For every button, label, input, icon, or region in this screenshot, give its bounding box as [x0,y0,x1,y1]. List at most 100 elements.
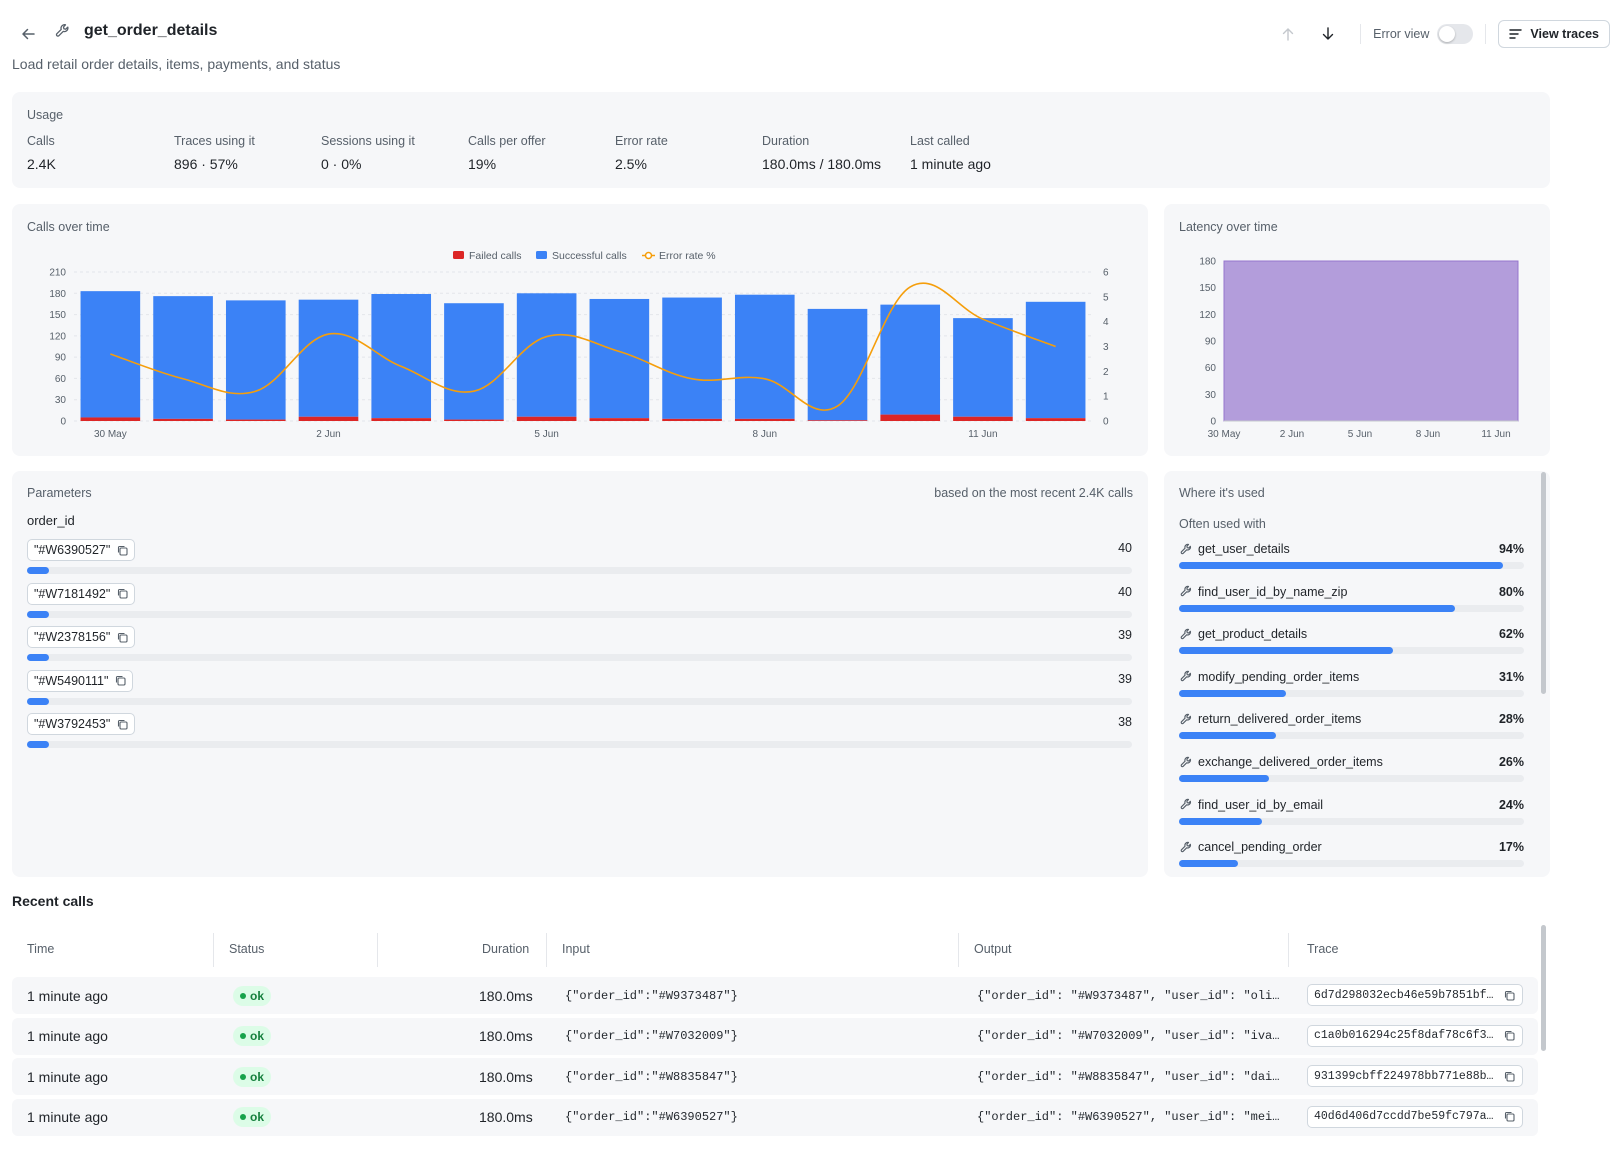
x-tick-label: 11 Jun [1481,429,1510,440]
error-view-toggle[interactable] [1437,24,1474,44]
bar-failed [516,416,577,421]
column-header-duration[interactable]: Duration [482,925,529,973]
bar-successful [153,296,213,419]
page-header: get_order_details Load retail order deta… [0,0,1622,72]
bar-successful [371,293,432,419]
copy-icon[interactable] [116,631,128,643]
bar-failed [953,416,1013,421]
copy-icon[interactable] [116,718,128,730]
status-dot [240,992,246,999]
usage-bar-track [1179,817,1524,825]
copy-icon[interactable] [1502,1029,1516,1043]
used-with-item[interactable]: cancel_pending_order 17% [1179,840,1524,877]
cell-status: ok [233,1018,272,1055]
copy-icon[interactable] [1502,1069,1516,1083]
column-header-status[interactable]: Status [229,925,264,973]
y-tick-label: 60 [55,374,67,385]
column-header-time[interactable]: Time [27,925,54,973]
metric-value: 2.5% [615,156,647,172]
parameter-count: 40 [1118,584,1132,599]
tool-name: get_user_details [1198,542,1290,556]
status-badge: ok [233,1066,272,1087]
column-divider [958,933,959,967]
y2-tick-label: 1 [1103,392,1109,403]
trace-id: 6d7d298032ecb46e59b7851bf… [1314,988,1494,1002]
bar-successful [953,318,1013,417]
used-with-item[interactable]: modify_pending_order_items 31% [1179,670,1524,710]
parameter-bar-track [27,654,1132,661]
status-dot [240,1073,246,1080]
parameter-value: "#W7181492" [34,586,111,601]
parameter-value-chip[interactable]: "#W7181492" [27,582,136,605]
arrow-left-icon [22,28,35,40]
trace-id-chip[interactable]: 931399cbff224978bb771e88b9… [1307,1065,1523,1088]
parameter-count: 39 [1118,628,1132,642]
status-badge: ok [233,1026,272,1047]
table-row[interactable]: 1 minute ago ok 180.0ms {"order_id":"#W8835… [12,1058,1538,1096]
metric-label: Calls [27,134,55,148]
column-header-output[interactable]: Output [974,925,1012,973]
cell-input: {"order_id":"#W6390527"} [565,1110,738,1125]
copy-icon[interactable] [1502,1110,1516,1124]
parameter-value-row: "#W6390527" 40 [27,539,1132,579]
bar-successful [807,308,868,421]
parameter-value-chip[interactable]: "#W3792453" [27,713,136,735]
bar-failed [80,417,141,421]
parameter-value: "#W6390527" [34,543,111,557]
next-button[interactable] [1314,20,1342,48]
trace-id-chip[interactable]: c1a0b016294c25f8daf78c6f36… [1307,1024,1523,1047]
column-header-trace[interactable]: Trace [1307,925,1339,973]
y-tick-label: 90 [1205,337,1217,348]
used-with-item[interactable]: find_user_id_by_name_zip 80% [1179,585,1524,625]
bar-successful [298,299,359,417]
usage-bar-track [1179,860,1524,868]
cell-status: ok [233,1099,272,1136]
bar-successful [1025,301,1086,419]
header-actions: Error view View traces [1268,20,1610,48]
column-header-input[interactable]: Input [562,925,590,973]
table-row[interactable]: 1 minute ago ok 180.0ms {"order_id":"#W7032… [12,1017,1538,1055]
used-with-item[interactable]: get_user_details 94% [1179,542,1524,582]
y-tick-label: 150 [49,310,66,321]
divider [1485,24,1487,44]
y-tick-label: 180 [49,289,66,300]
used-with-item[interactable]: return_delivered_order_items 28% [1179,712,1524,752]
trace-id-chip[interactable]: 6d7d298032ecb46e59b7851bf… [1307,984,1523,1006]
wrench-icon [54,22,72,40]
cell-output: {"order_id": "#W6390527", "user_id": "me… [977,1110,1280,1125]
copy-icon[interactable] [116,544,128,556]
usage-bar-track [1179,775,1524,782]
y-tick-label: 150 [1199,283,1216,294]
bar-failed [371,418,432,421]
table-row[interactable]: 1 minute ago ok 180.0ms {"order_id":"#W6390… [12,1098,1538,1136]
wrench-icon [1179,712,1193,726]
used-with-item[interactable]: exchange_delivered_order_items 26% [1179,755,1524,795]
usage-bar-fill [1179,562,1504,569]
bar-successful [734,294,795,419]
used-with-item[interactable]: get_product_details 62% [1179,627,1524,667]
legend-marker-error-rate [644,251,653,260]
copy-icon[interactable] [1502,988,1516,1002]
copy-icon[interactable] [116,588,128,600]
trace-id-chip[interactable]: 40d6d406d7ccdd7be59fc797a4… [1307,1105,1523,1128]
cell-duration: 180.0ms [479,1028,533,1045]
parameter-value-chip[interactable]: "#W6390527" [27,539,136,561]
x-tick-label: 8 Jun [753,429,777,440]
where-used-scrollbar[interactable] [1541,472,1546,694]
tool-name: return_delivered_order_items [1198,712,1362,727]
parameter-value: "#W2378156" [34,630,111,644]
usage-card: Usage Calls 2.4K Traces using it 896 · 5… [12,92,1550,188]
copy-icon[interactable] [114,675,126,687]
previous-button[interactable] [1274,20,1302,48]
table-scrollbar[interactable] [1541,925,1546,1051]
view-traces-button[interactable]: View traces [1498,20,1610,48]
parameter-value-chip[interactable]: "#W5490111" [27,669,134,692]
parameter-value: "#W3792453" [34,717,111,731]
table-row[interactable]: 1 minute ago ok 180.0ms {"order_id":"#W9373… [12,977,1538,1014]
parameter-value-chip[interactable]: "#W2378156" [27,626,136,648]
page-subtitle: Load retail order details, items, paymen… [12,56,341,72]
metric-value: 19% [468,156,497,172]
back-button[interactable] [18,24,38,44]
tool-name: exchange_delivered_order_items [1198,755,1383,769]
used-with-item[interactable]: find_user_id_by_email 24% [1179,798,1524,838]
